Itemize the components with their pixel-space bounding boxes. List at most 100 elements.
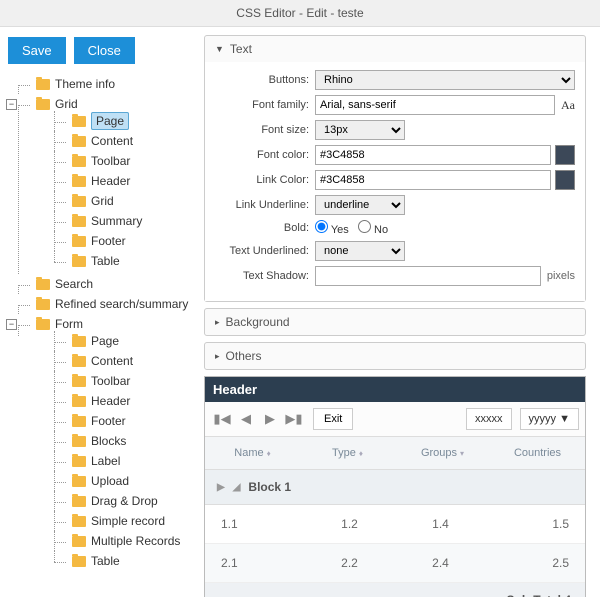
- folder-icon: [72, 156, 86, 167]
- cell: 2.2: [304, 544, 395, 582]
- preview-select-x[interactable]: xxxxx: [466, 408, 512, 430]
- background-panel: ▸Background: [204, 308, 586, 336]
- exit-button[interactable]: Exit: [313, 408, 353, 430]
- tree-form-footer[interactable]: Footer: [91, 414, 126, 428]
- text-panel: ▼Text Buttons:Rhino Font family:Aa Font …: [204, 35, 586, 302]
- preview-select-y[interactable]: yyyyy ▼: [520, 408, 579, 430]
- sort-icon: ♦: [267, 449, 271, 458]
- cell: 1.5: [486, 505, 585, 543]
- collapse-icon[interactable]: −: [6, 319, 17, 330]
- folder-icon: [72, 116, 86, 127]
- folder-icon: [72, 456, 86, 467]
- chevron-down-icon: ▾: [460, 449, 464, 458]
- buttons-label: Buttons:: [215, 74, 315, 86]
- preview-toolbar: ▮◀ ◀ ▶ ▶▮ Exit xxxxx yyyyy ▼: [205, 402, 585, 437]
- others-panel-title: Others: [226, 349, 262, 363]
- folder-icon: [36, 319, 50, 330]
- tree-form-dragdrop[interactable]: Drag & Drop: [91, 494, 158, 508]
- fontcolor-input[interactable]: [315, 145, 551, 165]
- folder-icon: [72, 496, 86, 507]
- col-name[interactable]: Name♦: [205, 437, 300, 469]
- next-icon[interactable]: ▶: [259, 408, 281, 430]
- preview-header: Header: [205, 377, 585, 402]
- folder-icon: [72, 336, 86, 347]
- block-row[interactable]: ▶◢Block 1: [205, 470, 585, 505]
- font-preview-icon: Aa: [561, 98, 575, 113]
- window-title: CSS Editor - Edit - teste: [0, 0, 600, 27]
- folder-icon: [36, 299, 50, 310]
- tree-grid-summary[interactable]: Summary: [91, 214, 142, 228]
- col-groups[interactable]: Groups▾: [395, 437, 490, 469]
- tree-grid-toolbar[interactable]: Toolbar: [91, 154, 130, 168]
- sidebar: Save Close Theme info − Grid Page Content…: [0, 27, 200, 597]
- text-panel-title: Text: [230, 42, 252, 56]
- bold-label: Bold:: [215, 222, 315, 234]
- tree-grid-footer[interactable]: Footer: [91, 234, 126, 248]
- triangle-icon: ◢: [233, 482, 241, 493]
- tree-form-toolbar[interactable]: Toolbar: [91, 374, 130, 388]
- chevron-down-icon: ▼: [559, 413, 570, 425]
- linkcolor-swatch[interactable]: [555, 170, 575, 190]
- tree-refined[interactable]: Refined search/summary: [55, 297, 188, 311]
- linkcolor-input[interactable]: [315, 170, 551, 190]
- others-panel: ▸ Others: [204, 342, 586, 370]
- fontcolor-swatch[interactable]: [555, 145, 575, 165]
- save-button[interactable]: Save: [8, 37, 66, 64]
- tree-grid-header[interactable]: Header: [91, 174, 130, 188]
- tree-form[interactable]: Form: [55, 317, 83, 331]
- tree-form-content[interactable]: Content: [91, 354, 133, 368]
- fontsize-select[interactable]: 13px: [315, 120, 405, 140]
- folder-icon: [72, 216, 86, 227]
- first-icon[interactable]: ▮◀: [211, 408, 233, 430]
- textunderlined-select[interactable]: none: [315, 241, 405, 261]
- col-countries[interactable]: Countries: [490, 437, 585, 469]
- tree-form-page[interactable]: Page: [91, 334, 119, 348]
- tree-grid-grid[interactable]: Grid: [91, 194, 114, 208]
- bold-yes[interactable]: Yes: [315, 224, 349, 236]
- chevron-right-icon: ▶: [217, 482, 225, 493]
- folder-icon: [36, 279, 50, 290]
- tree-grid-table[interactable]: Table: [91, 254, 120, 268]
- tree-form-upload[interactable]: Upload: [91, 474, 129, 488]
- chevron-right-icon: ▸: [215, 351, 220, 362]
- preview-grid: Header ▮◀ ◀ ▶ ▶▮ Exit xxxxx yyyyy ▼ Name…: [204, 376, 586, 597]
- tree-grid-page[interactable]: Page: [91, 112, 129, 130]
- fontcolor-label: Font color:: [215, 149, 315, 161]
- folder-icon: [72, 556, 86, 567]
- tree-form-blocks[interactable]: Blocks: [91, 434, 126, 448]
- pixels-label: pixels: [547, 270, 575, 282]
- tree-form-table[interactable]: Table: [91, 554, 120, 568]
- tree-search[interactable]: Search: [55, 277, 93, 291]
- tree-form-multiple[interactable]: Multiple Records: [91, 534, 180, 548]
- tree-form-header[interactable]: Header: [91, 394, 130, 408]
- others-panel-header[interactable]: ▸ Others: [205, 343, 585, 369]
- linkunderline-select[interactable]: underline: [315, 195, 405, 215]
- linkcolor-label: Link Color:: [215, 174, 315, 186]
- folder-icon: [72, 356, 86, 367]
- buttons-select[interactable]: Rhino: [315, 70, 575, 90]
- chevron-right-icon: ▸: [215, 317, 220, 328]
- folder-icon: [72, 136, 86, 147]
- collapse-icon[interactable]: −: [6, 99, 17, 110]
- last-icon[interactable]: ▶▮: [283, 408, 305, 430]
- tree-theme-info[interactable]: Theme info: [55, 77, 115, 91]
- text-panel-header[interactable]: ▼ Text: [205, 36, 585, 62]
- bold-no[interactable]: No: [358, 224, 388, 236]
- content-area: ▼Text Buttons:Rhino Font family:Aa Font …: [200, 27, 600, 597]
- prev-icon[interactable]: ◀: [235, 408, 257, 430]
- background-panel-header[interactable]: ▸Background: [205, 309, 585, 335]
- folder-icon: [36, 79, 50, 90]
- close-button[interactable]: Close: [74, 37, 135, 64]
- folder-icon: [72, 196, 86, 207]
- tree-form-label[interactable]: Label: [91, 454, 120, 468]
- tree-grid-content[interactable]: Content: [91, 134, 133, 148]
- tree-form-simple[interactable]: Simple record: [91, 514, 165, 528]
- fontfamily-input[interactable]: [315, 95, 555, 115]
- tree-view: Theme info − Grid Page Content Toolbar He…: [8, 74, 192, 574]
- subtotal-row: Sub-Total 4: [205, 583, 585, 597]
- col-type[interactable]: Type♦: [300, 437, 395, 469]
- chevron-down-icon: ▼: [215, 44, 224, 54]
- textshadow-label: Text Shadow:: [215, 270, 315, 282]
- tree-grid[interactable]: Grid: [55, 97, 78, 111]
- textshadow-input[interactable]: [315, 266, 541, 286]
